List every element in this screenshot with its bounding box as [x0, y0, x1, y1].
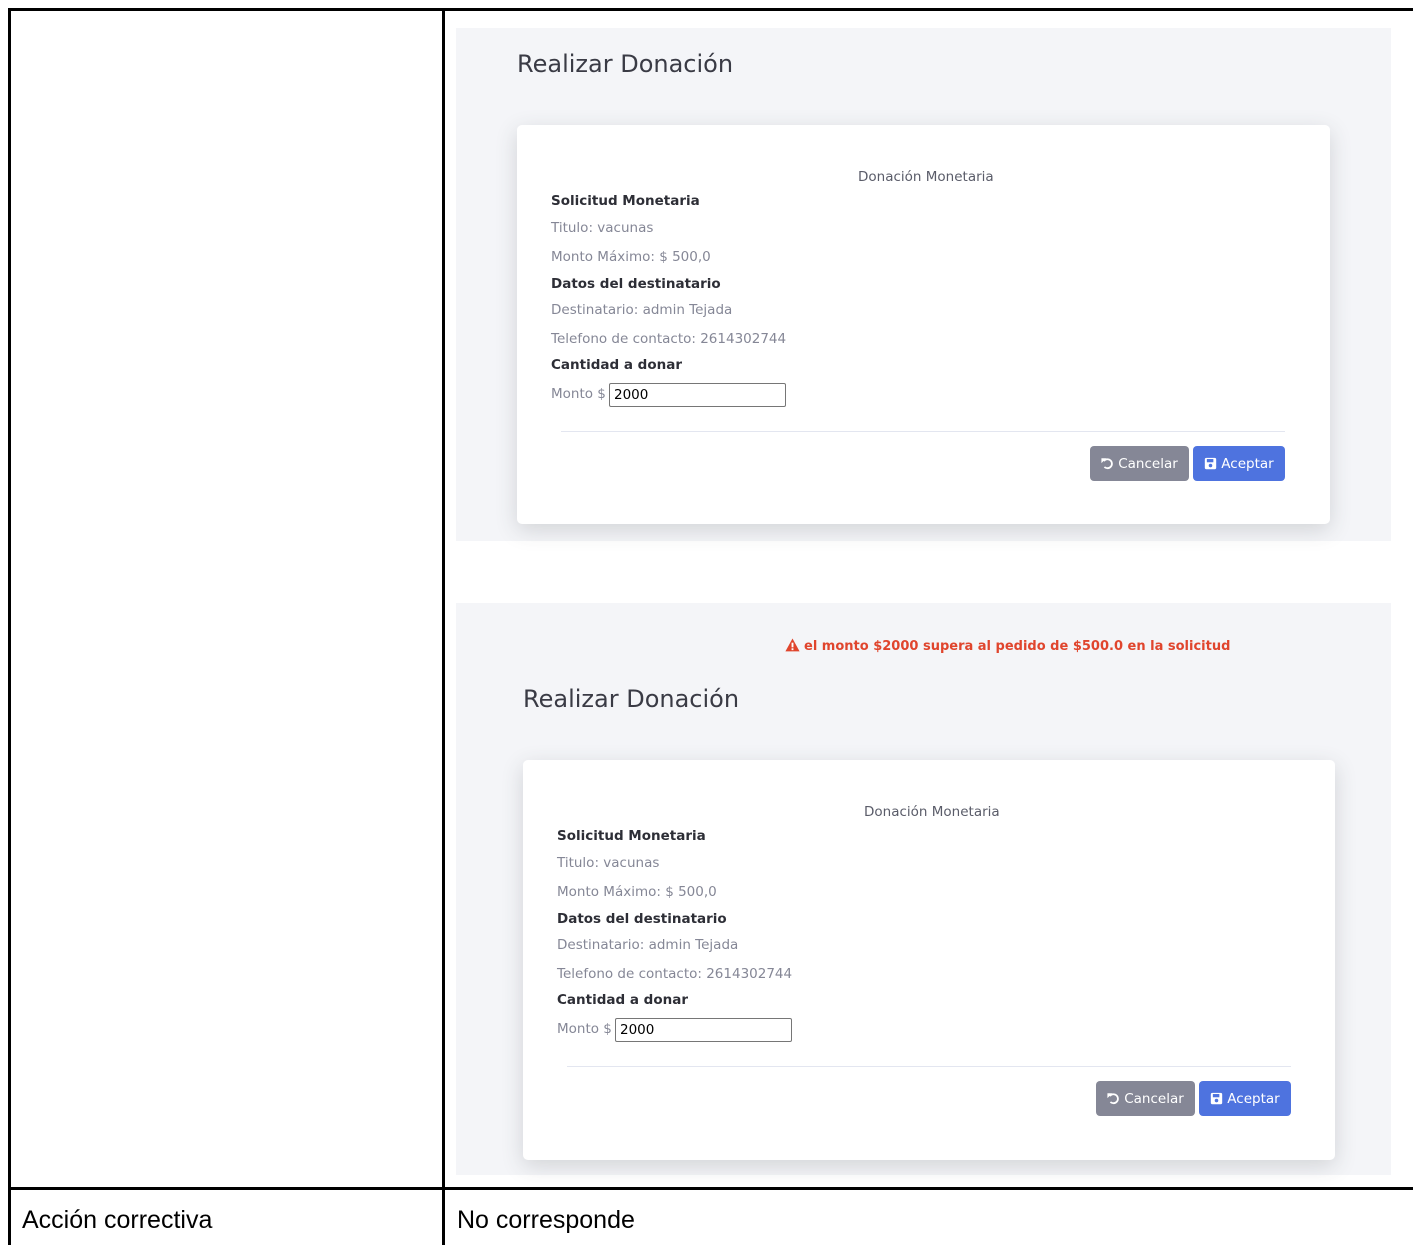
- save-icon: [1210, 1092, 1223, 1105]
- table-border-left: [8, 8, 11, 1245]
- request-title: Titulo: vacunas: [551, 220, 654, 236]
- section-amount-heading: Cantidad a donar: [557, 992, 688, 1008]
- recipient-phone: Telefono de contacto: 2614302744: [551, 331, 787, 347]
- card-divider: [567, 1066, 1291, 1067]
- section-request-heading: Solicitud Monetaria: [551, 193, 700, 209]
- page-title: Realizar Donación: [523, 685, 740, 713]
- warning-icon: [785, 638, 804, 654]
- table-column-divider: [442, 8, 445, 1245]
- amount-input[interactable]: [609, 383, 786, 407]
- section-recipient-heading: Datos del destinatario: [557, 911, 727, 927]
- table-border-top: [8, 8, 1413, 11]
- undo-icon: [1107, 1092, 1120, 1105]
- error-alert: el monto $2000 supera al pedido de $500.…: [785, 638, 1230, 654]
- card-divider: [561, 431, 1285, 432]
- accept-button-label: Aceptar: [1227, 1090, 1280, 1107]
- card-header: Donación Monetaria: [858, 169, 994, 185]
- cancel-button-label: Cancelar: [1118, 455, 1178, 472]
- recipient-name: Destinatario: admin Tejada: [557, 937, 739, 953]
- amount-label: Monto $: [551, 386, 606, 402]
- undo-icon: [1101, 457, 1114, 470]
- accept-button-label: Aceptar: [1221, 455, 1274, 472]
- request-title: Titulo: vacunas: [557, 855, 660, 871]
- amount-input[interactable]: [615, 1018, 792, 1042]
- recipient-phone: Telefono de contacto: 2614302744: [557, 966, 793, 982]
- save-icon: [1204, 457, 1217, 470]
- request-max-amount: Monto Máximo: $ 500,0: [551, 249, 711, 265]
- corrective-action-value: No corresponde: [457, 1206, 635, 1234]
- section-amount-heading: Cantidad a donar: [551, 357, 682, 373]
- corrective-action-label: Acción correctiva: [22, 1206, 213, 1234]
- card-header: Donación Monetaria: [864, 804, 1000, 820]
- amount-label: Monto $: [557, 1021, 612, 1037]
- section-recipient-heading: Datos del destinatario: [551, 276, 721, 292]
- accept-button[interactable]: Aceptar: [1199, 1081, 1291, 1116]
- recipient-name: Destinatario: admin Tejada: [551, 302, 733, 318]
- page-title: Realizar Donación: [517, 50, 734, 78]
- cancel-button[interactable]: Cancelar: [1096, 1081, 1195, 1116]
- request-max-amount: Monto Máximo: $ 500,0: [557, 884, 717, 900]
- cancel-button[interactable]: Cancelar: [1090, 446, 1189, 481]
- error-alert-text: el monto $2000 supera al pedido de $500.…: [804, 639, 1231, 654]
- section-request-heading: Solicitud Monetaria: [557, 828, 706, 844]
- accept-button[interactable]: Aceptar: [1193, 446, 1285, 481]
- cancel-button-label: Cancelar: [1124, 1090, 1184, 1107]
- table-row-divider: [8, 1187, 1413, 1190]
